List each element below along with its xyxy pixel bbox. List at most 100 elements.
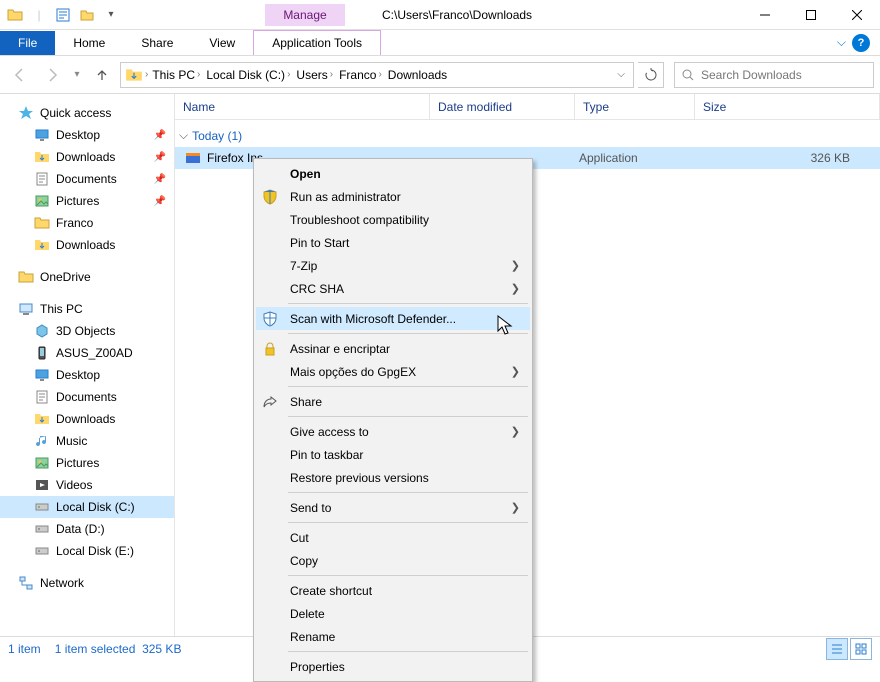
sidebar-item-local-disk-c-[interactable]: Local Disk (C:) — [0, 496, 174, 518]
sidebar-item-downloads[interactable]: Downloads — [0, 408, 174, 430]
crumb-users[interactable]: Users› — [294, 68, 335, 82]
menu-delete[interactable]: Delete — [256, 602, 530, 625]
crumb-local-disk-c[interactable]: Local Disk (C:)› — [204, 68, 292, 82]
col-date[interactable]: Date modified — [430, 94, 575, 119]
history-dropdown-icon[interactable]: ▾ — [70, 61, 84, 89]
address-bar[interactable]: › This PC› Local Disk (C:)› Users› Franc… — [120, 62, 634, 88]
drive-icon — [34, 543, 50, 559]
tab-share[interactable]: Share — [123, 31, 191, 55]
drive-icon — [34, 345, 50, 361]
menu-share[interactable]: Share — [256, 390, 530, 413]
crumb-this-pc[interactable]: This PC› — [150, 68, 202, 82]
search-input[interactable]: Search Downloads — [674, 62, 874, 88]
qat-dropdown-icon[interactable]: ▾ — [100, 4, 122, 26]
maximize-button[interactable] — [788, 0, 834, 30]
sidebar-item-franco[interactable]: Franco — [0, 212, 174, 234]
drive-icon — [34, 477, 50, 493]
menu-pin-to-start[interactable]: Pin to Start — [256, 231, 530, 254]
help-icon[interactable]: ? — [852, 34, 870, 52]
forward-button[interactable] — [38, 61, 66, 89]
file-type: Application — [579, 151, 699, 165]
menu-open[interactable]: Open — [256, 162, 530, 185]
menu-give-access-to[interactable]: Give access to❯ — [256, 420, 530, 443]
quick-access-toolbar: | ▾ — [0, 4, 122, 26]
qat-divider: | — [28, 4, 50, 26]
col-name[interactable]: Name — [175, 94, 430, 119]
sidebar-item-desktop[interactable]: Desktop — [0, 364, 174, 386]
sidebar-quick-access[interactable]: Quick access — [0, 102, 174, 124]
menu-separator — [288, 651, 528, 652]
sidebar-item-asus-z00ad[interactable]: ASUS_Z00AD — [0, 342, 174, 364]
menu-copy[interactable]: Copy — [256, 549, 530, 572]
sidebar-item-videos[interactable]: Videos — [0, 474, 174, 496]
group-today[interactable]: ⌵ Today (1) — [175, 120, 880, 147]
sidebar-item-downloads[interactable]: Downloads — [0, 234, 174, 256]
crumb-franco[interactable]: Franco› — [337, 68, 384, 82]
pin-icon: 📌 — [154, 174, 166, 185]
menu-create-shortcut[interactable]: Create shortcut — [256, 579, 530, 602]
sidebar-item-documents[interactable]: Documents — [0, 386, 174, 408]
minimize-button[interactable] — [742, 0, 788, 30]
refresh-button[interactable] — [638, 62, 664, 88]
up-button[interactable] — [88, 61, 116, 89]
col-type[interactable]: Type — [575, 94, 695, 119]
sidebar-item-data-d-[interactable]: Data (D:) — [0, 518, 174, 540]
tab-view[interactable]: View — [191, 31, 253, 55]
menu-rename[interactable]: Rename — [256, 625, 530, 648]
status-item-count: 1 item — [8, 642, 41, 656]
menu-properties[interactable]: Properties — [256, 655, 530, 678]
sidebar-item-downloads[interactable]: Downloads📌 — [0, 146, 174, 168]
ribbon-collapse-icon[interactable]: ⌵ — [837, 35, 846, 50]
manage-context-label: Manage — [265, 4, 344, 26]
crumb-downloads[interactable]: Downloads — [386, 68, 449, 82]
menu-troubleshoot-compatibility[interactable]: Troubleshoot compatibility — [256, 208, 530, 231]
menu-crc-sha[interactable]: CRC SHA❯ — [256, 277, 530, 300]
new-folder-icon[interactable] — [76, 4, 98, 26]
menu-pin-to-taskbar[interactable]: Pin to taskbar — [256, 443, 530, 466]
submenu-arrow-icon: ❯ — [511, 501, 520, 514]
sidebar-item-pictures[interactable]: Pictures📌 — [0, 190, 174, 212]
navigation-sidebar: Quick access Desktop📌Downloads📌Documents… — [0, 94, 175, 636]
search-icon — [681, 68, 695, 82]
folder-icon — [34, 215, 50, 231]
col-size[interactable]: Size — [695, 94, 880, 119]
file-size: 326 KB — [699, 151, 880, 165]
menu-separator — [288, 333, 528, 334]
tab-file[interactable]: File — [0, 31, 55, 55]
menu-7-zip[interactable]: 7-Zip❯ — [256, 254, 530, 277]
back-button[interactable] — [6, 61, 34, 89]
view-details-button[interactable] — [826, 638, 848, 660]
menu-assinar-e-encriptar[interactable]: Assinar e encriptar — [256, 337, 530, 360]
menu-scan-with-microsoft-defender-[interactable]: Scan with Microsoft Defender... — [256, 307, 530, 330]
chevron-right-icon[interactable]: › — [145, 69, 148, 80]
sidebar-item-local-disk-e-[interactable]: Local Disk (E:) — [0, 540, 174, 562]
menu-mais-op-es-do-gpgex[interactable]: Mais opções do GpgEX❯ — [256, 360, 530, 383]
status-selected: 1 item selected 325 KB — [55, 642, 182, 656]
menu-send-to[interactable]: Send to❯ — [256, 496, 530, 519]
shield-icon — [262, 189, 278, 205]
menu-separator — [288, 386, 528, 387]
menu-run-as-administrator[interactable]: Run as administrator — [256, 185, 530, 208]
menu-restore-previous-versions[interactable]: Restore previous versions — [256, 466, 530, 489]
sidebar-item-desktop[interactable]: Desktop📌 — [0, 124, 174, 146]
menu-cut[interactable]: Cut — [256, 526, 530, 549]
properties-icon[interactable] — [52, 4, 74, 26]
search-placeholder: Search Downloads — [701, 68, 802, 82]
menu-separator — [288, 522, 528, 523]
sidebar-item-music[interactable]: Music — [0, 430, 174, 452]
drive-icon — [34, 367, 50, 383]
folder-icon[interactable] — [4, 4, 26, 26]
tab-home[interactable]: Home — [55, 31, 123, 55]
tab-application-tools[interactable]: Application Tools — [253, 30, 381, 55]
sidebar-network[interactable]: Network — [0, 572, 174, 594]
sidebar-item-3d-objects[interactable]: 3D Objects — [0, 320, 174, 342]
sidebar-this-pc[interactable]: This PC — [0, 298, 174, 320]
close-button[interactable] — [834, 0, 880, 30]
view-large-icons-button[interactable] — [850, 638, 872, 660]
address-dropdown-icon[interactable]: ⌵ — [617, 69, 629, 80]
sidebar-onedrive[interactable]: OneDrive — [0, 266, 174, 288]
sidebar-item-pictures[interactable]: Pictures — [0, 452, 174, 474]
exe-icon — [185, 150, 201, 166]
drive-icon — [34, 433, 50, 449]
sidebar-item-documents[interactable]: Documents📌 — [0, 168, 174, 190]
